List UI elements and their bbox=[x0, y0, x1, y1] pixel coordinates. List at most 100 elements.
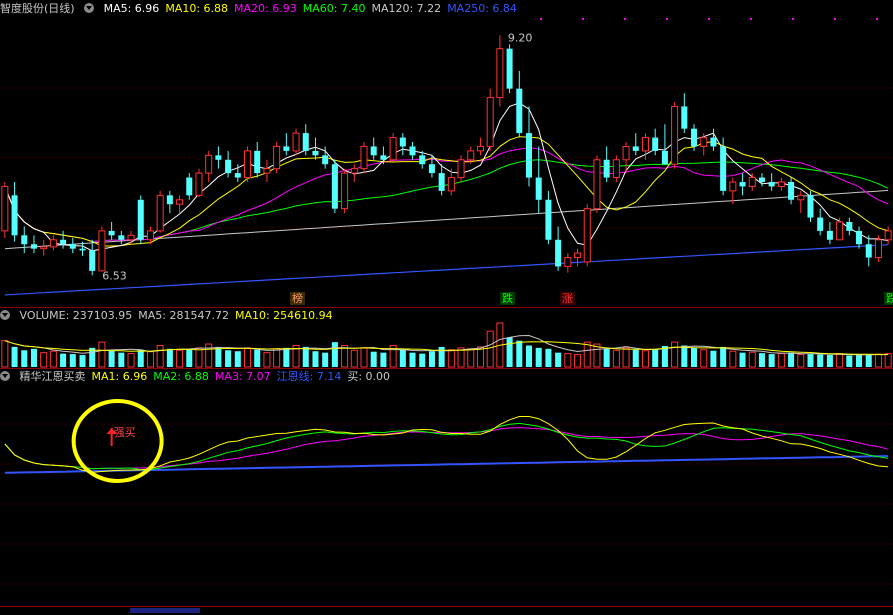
indicator-label-3: MA3: 7.07 bbox=[214, 370, 271, 383]
volume-bar bbox=[739, 352, 746, 367]
candle bbox=[350, 164, 358, 182]
candle bbox=[758, 173, 765, 187]
volume-bar bbox=[331, 342, 338, 367]
candle-body bbox=[777, 181, 785, 187]
candle bbox=[11, 182, 18, 242]
low-price-label: 6.53 bbox=[102, 269, 127, 282]
candle bbox=[593, 155, 601, 214]
candle-body bbox=[166, 195, 173, 205]
candle-body bbox=[40, 246, 48, 250]
candle-body bbox=[817, 217, 824, 231]
volume-bar bbox=[79, 355, 86, 367]
candle-body bbox=[865, 244, 872, 258]
candle-body bbox=[438, 173, 445, 191]
marker-dot bbox=[582, 18, 584, 20]
volume-bar bbox=[49, 350, 57, 368]
volume-bar bbox=[700, 349, 708, 368]
candle-body bbox=[11, 195, 18, 236]
volume-bar bbox=[652, 348, 659, 367]
volume-bar bbox=[322, 352, 329, 367]
candle-body bbox=[399, 137, 406, 147]
volume-bar bbox=[807, 354, 814, 367]
candle-body bbox=[146, 230, 154, 241]
candle-body bbox=[574, 252, 582, 259]
candle bbox=[215, 146, 222, 169]
volume-bar bbox=[195, 347, 203, 368]
candle-body bbox=[234, 173, 241, 178]
candle-body bbox=[254, 150, 261, 174]
volume-legend: VOLUME: 237103.95 MA5: 281547.72 MA10: 254… bbox=[20, 309, 339, 322]
volume-bar bbox=[525, 345, 533, 367]
ma60-line bbox=[4, 159, 889, 243]
stock-name[interactable]: 智度股份(日线) bbox=[0, 2, 75, 15]
volume-bar bbox=[409, 352, 416, 367]
ma10-line bbox=[4, 136, 889, 247]
candle bbox=[748, 173, 756, 191]
indicator-panel-header: 精华江恩买卖 MA1: 6.96 MA2: 6.88 MA3: 7.07 江恩线: 7.… bbox=[0, 370, 402, 384]
volume-bar bbox=[428, 351, 435, 367]
price-chart[interactable]: 9.20 6.53 bbox=[0, 18, 893, 308]
candle-body bbox=[263, 168, 271, 174]
ma-label-1: MA10: 6.88 bbox=[165, 2, 229, 15]
candle-body bbox=[409, 146, 416, 156]
candle bbox=[166, 190, 173, 214]
volume-bar bbox=[506, 337, 513, 367]
collapse-toggle-icon[interactable] bbox=[84, 3, 95, 13]
candle bbox=[671, 102, 679, 169]
candle bbox=[817, 208, 824, 236]
candle bbox=[438, 164, 445, 196]
volume-chart[interactable] bbox=[0, 322, 893, 368]
volume-bar bbox=[215, 346, 222, 367]
indicator-chart[interactable]: 强买 bbox=[0, 384, 893, 606]
volume-bar bbox=[370, 351, 377, 367]
candle-body bbox=[127, 234, 135, 241]
volume-bar bbox=[671, 341, 679, 368]
volume-bar bbox=[535, 347, 542, 367]
candle-body bbox=[525, 133, 533, 178]
buy-signal-label: 强买 bbox=[114, 426, 136, 439]
candle-body bbox=[108, 230, 115, 236]
candle bbox=[739, 173, 746, 196]
candle-body bbox=[476, 145, 484, 152]
candle-body bbox=[661, 150, 668, 165]
volume-bar bbox=[234, 351, 241, 367]
candle-body bbox=[681, 106, 688, 129]
bottom-scroll-thumb[interactable] bbox=[130, 608, 200, 613]
candle bbox=[98, 226, 106, 272]
candle bbox=[525, 106, 533, 187]
candle bbox=[176, 195, 184, 214]
candle bbox=[108, 222, 115, 240]
candle bbox=[302, 124, 309, 156]
volume-bar bbox=[273, 348, 281, 368]
marker-dot bbox=[750, 18, 752, 20]
candle-body bbox=[826, 230, 833, 240]
candle bbox=[836, 217, 844, 241]
candle-body bbox=[49, 239, 57, 248]
volume-bar bbox=[826, 355, 833, 367]
ma-label-2: MA20: 6.93 bbox=[234, 2, 297, 15]
candle bbox=[516, 70, 523, 138]
volume-bar bbox=[545, 348, 552, 367]
candle bbox=[21, 226, 28, 254]
collapse-toggle-icon[interactable] bbox=[0, 371, 10, 381]
candle-body bbox=[506, 48, 513, 89]
candle-body bbox=[652, 137, 659, 151]
volume-bar bbox=[748, 351, 756, 368]
marker-dot bbox=[540, 18, 542, 20]
volume-bar bbox=[564, 353, 572, 368]
volume-bar bbox=[555, 352, 562, 367]
volume-bar bbox=[108, 350, 115, 367]
indicator-label-1: MA1: 6.96 bbox=[91, 370, 148, 383]
candle bbox=[555, 226, 562, 271]
volume-bar bbox=[777, 353, 785, 368]
volume-bar bbox=[603, 348, 610, 367]
volume-bar bbox=[817, 354, 824, 367]
candle bbox=[603, 146, 610, 182]
candle-body bbox=[447, 177, 455, 192]
candle-body bbox=[302, 133, 309, 151]
collapse-toggle-icon[interactable] bbox=[0, 310, 10, 320]
ma250-line bbox=[4, 244, 889, 296]
volume-bar bbox=[127, 353, 135, 368]
volume-label-0: VOLUME: 237103.95 bbox=[19, 309, 133, 322]
volume-panel-header: VOLUME: 237103.95 MA5: 281547.72 MA10: 254… bbox=[0, 309, 345, 323]
